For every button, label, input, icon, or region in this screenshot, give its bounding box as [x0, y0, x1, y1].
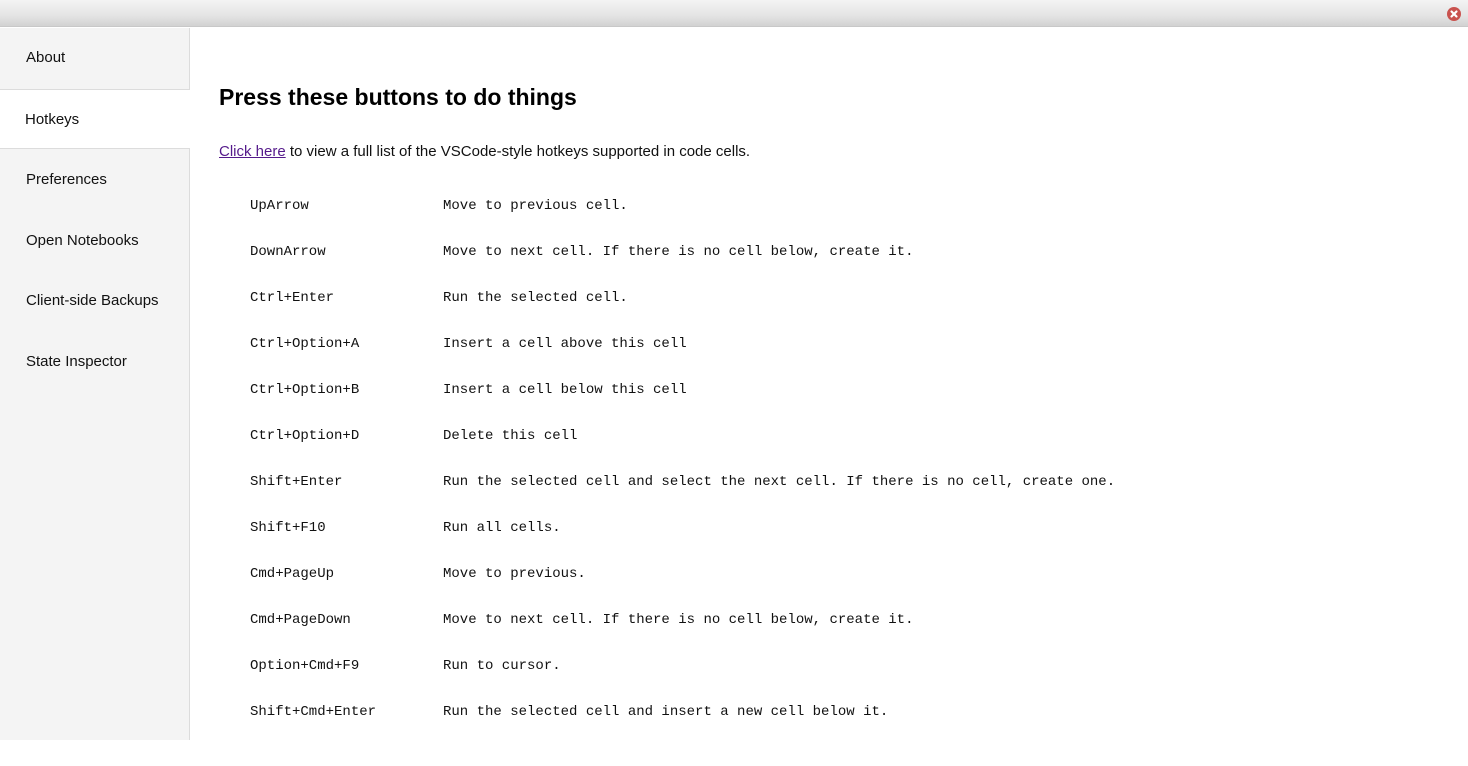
- hotkey-description: Insert a cell above this cell: [443, 336, 687, 352]
- hotkey-description: Move to previous cell.: [443, 198, 628, 214]
- hotkeys-panel: Press these buttons to do things Click h…: [219, 28, 1468, 740]
- hotkey-row: Ctrl+Enter Run the selected cell.: [250, 288, 300, 334]
- hotkey-description: Move to next cell. If there is no cell b…: [443, 612, 913, 628]
- page-title: Press these buttons to do things: [219, 84, 577, 111]
- hotkey-row: UpArrow Move to previous cell.: [250, 196, 300, 242]
- hotkey-description: Delete this cell: [443, 428, 577, 444]
- sidebar-item-label: Open Notebooks: [26, 232, 139, 249]
- hotkey-description: Run to cursor.: [443, 658, 561, 674]
- hotkey-key: Option+Cmd+F9: [250, 658, 359, 674]
- sidebar-item-label: Client-side Backups: [26, 292, 159, 309]
- hotkey-description: Move to previous.: [443, 566, 586, 582]
- hotkey-description: Run the selected cell and select the nex…: [443, 474, 1115, 490]
- hotkey-row: Cmd+PageUp Move to previous.: [250, 564, 300, 610]
- hotkey-row: Ctrl+Option+B Insert a cell below this c…: [250, 380, 300, 426]
- full-hotkey-list-link[interactable]: Click here: [219, 143, 286, 160]
- hotkey-row: Ctrl+Option+A Insert a cell above this c…: [250, 334, 300, 380]
- hotkey-key: DownArrow: [250, 244, 326, 260]
- hotkey-list: UpArrow Move to previous cell. DownArrow…: [250, 196, 300, 748]
- hotkey-key: Ctrl+Option+B: [250, 382, 359, 398]
- hotkey-key: Shift+Enter: [250, 474, 342, 490]
- sidebar-item-label: About: [26, 49, 65, 66]
- intro-text: Click here to view a full list of the VS…: [219, 143, 750, 160]
- hotkey-row: Shift+Enter Run the selected cell and se…: [250, 472, 300, 518]
- sidebar: About Hotkeys Preferences Open Notebooks…: [0, 28, 190, 740]
- window-titlebar: [0, 0, 1468, 27]
- hotkey-description: Move to next cell. If there is no cell b…: [443, 244, 913, 260]
- hotkey-row: Shift+F10 Run all cells.: [250, 518, 300, 564]
- hotkey-row: DownArrow Move to next cell. If there is…: [250, 242, 300, 288]
- hotkey-description: Run the selected cell and insert a new c…: [443, 704, 888, 720]
- sidebar-item-hotkeys[interactable]: Hotkeys: [0, 89, 190, 149]
- sidebar-item-label: State Inspector: [26, 353, 127, 370]
- sidebar-item-open-notebooks[interactable]: Open Notebooks: [0, 211, 189, 271]
- sidebar-item-label: Preferences: [26, 171, 107, 188]
- hotkey-key: Shift+Cmd+Enter: [250, 704, 376, 720]
- intro-description: to view a full list of the VSCode-style …: [286, 143, 750, 160]
- hotkey-row: Cmd+PageDown Move to next cell. If there…: [250, 610, 300, 656]
- hotkey-row: Ctrl+Option+D Delete this cell: [250, 426, 300, 472]
- hotkey-description: Run the selected cell.: [443, 290, 628, 306]
- hotkey-key: UpArrow: [250, 198, 309, 214]
- sidebar-item-label: Hotkeys: [25, 111, 79, 128]
- close-icon: [1447, 7, 1461, 21]
- hotkey-key: Ctrl+Enter: [250, 290, 334, 306]
- hotkey-description: Run all cells.: [443, 520, 561, 536]
- hotkey-key: Ctrl+Option+A: [250, 336, 359, 352]
- hotkey-description: Insert a cell below this cell: [443, 382, 687, 398]
- hotkey-row: Option+Cmd+F9 Run to cursor.: [250, 656, 300, 702]
- sidebar-item-preferences[interactable]: Preferences: [0, 150, 189, 210]
- hotkey-key: Cmd+PageUp: [250, 566, 334, 582]
- hotkey-key: Ctrl+Option+D: [250, 428, 359, 444]
- close-button[interactable]: [1447, 7, 1461, 21]
- sidebar-item-client-side-backups[interactable]: Client-side Backups: [0, 271, 189, 331]
- sidebar-item-state-inspector[interactable]: State Inspector: [0, 332, 189, 392]
- hotkey-row: Shift+Cmd+Enter Run the selected cell an…: [250, 702, 300, 748]
- sidebar-item-about[interactable]: About: [0, 28, 189, 88]
- hotkey-key: Cmd+PageDown: [250, 612, 351, 628]
- hotkey-key: Shift+F10: [250, 520, 326, 536]
